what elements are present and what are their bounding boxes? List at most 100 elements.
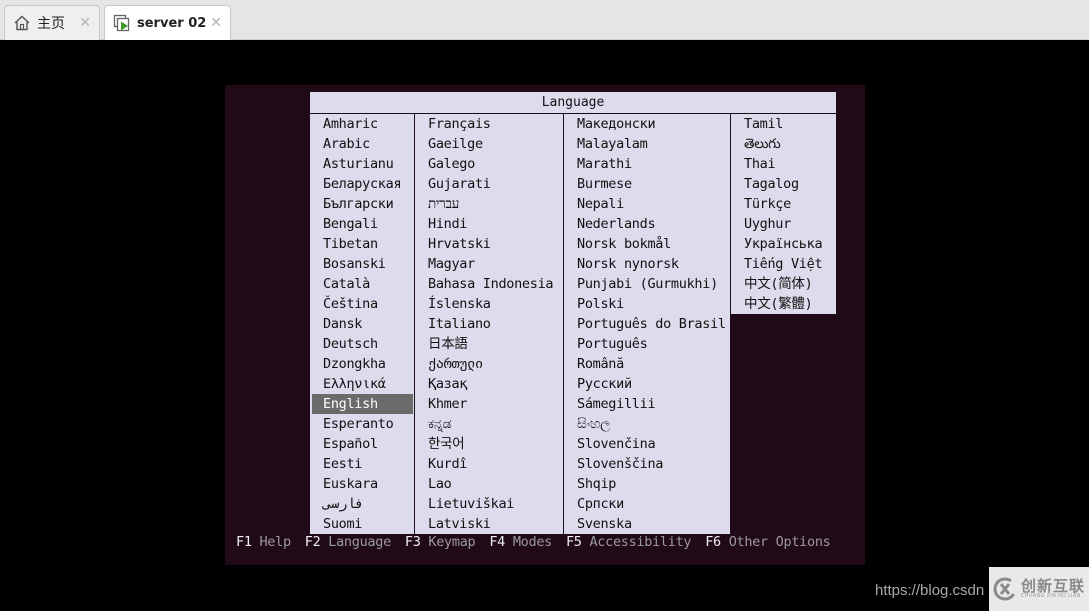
language-option[interactable]: Polski [564, 294, 730, 314]
function-key-f6[interactable]: F6 Other Options [705, 534, 831, 550]
language-option[interactable]: Português [564, 334, 730, 354]
language-option[interactable]: 中文(简体) [731, 274, 836, 294]
language-option[interactable]: Galego [415, 154, 563, 174]
close-tab-home-icon[interactable]: ✕ [79, 15, 91, 31]
language-option[interactable]: Nederlands [564, 214, 730, 234]
watermark-logo-box: 创新互联 CHUANG XIN HU LIAN [989, 567, 1089, 611]
function-key-f3[interactable]: F3 Keymap [404, 534, 476, 550]
language-option[interactable]: Português do Brasil [564, 314, 730, 334]
language-option[interactable]: Türkçe [731, 194, 836, 214]
language-option[interactable]: Hrvatski [415, 234, 563, 254]
tab-server-02[interactable]: server 02 ✕ [104, 5, 231, 40]
language-column-4: Tamil తెలుగు Thai Tagalog Türkçe Uyghur Україн… [731, 114, 836, 314]
function-key-action: Accessibility [589, 534, 692, 550]
language-option[interactable]: Lietuviškai [415, 494, 563, 514]
language-option[interactable]: Shqip [564, 474, 730, 494]
language-option[interactable]: Eesti [310, 454, 414, 474]
language-option[interactable]: Suomi [310, 514, 414, 534]
language-option[interactable]: Amharic [310, 114, 414, 134]
language-option[interactable]: Uyghur [731, 214, 836, 234]
brand-logo-icon [993, 577, 1017, 601]
watermark-brand-en: CHUANG XIN HU LIAN [1021, 593, 1081, 599]
language-option[interactable]: Bosanski [310, 254, 414, 274]
language-option[interactable]: Esperanto [310, 414, 414, 434]
language-option[interactable]: Қазақ [415, 374, 563, 394]
language-option[interactable]: తెలుగు [731, 134, 836, 154]
language-option[interactable]: Magyar [415, 254, 563, 274]
language-option[interactable]: Српски [564, 494, 730, 514]
language-option[interactable]: Thai [731, 154, 836, 174]
language-option[interactable]: Latviski [415, 514, 563, 534]
home-icon [13, 14, 31, 32]
language-option[interactable]: Íslenska [415, 294, 563, 314]
language-option[interactable]: ಕನ್ನಡ [415, 414, 563, 434]
language-option[interactable]: 한국어 [415, 434, 563, 454]
language-option[interactable]: Khmer [415, 394, 563, 414]
language-option[interactable]: فارسی [310, 494, 414, 514]
language-option[interactable]: Norsk bokmål [564, 234, 730, 254]
language-option[interactable]: Svenska [564, 514, 730, 534]
language-option[interactable]: Tiếng Việt [731, 254, 836, 274]
language-column-2: Français Gaeilge Galego Gujarati עברית Hindi H… [415, 114, 563, 534]
language-option[interactable]: Tamil [731, 114, 836, 134]
language-option[interactable]: Slovenčina [564, 434, 730, 454]
function-key-f4[interactable]: F4 Modes [489, 534, 552, 550]
language-option[interactable]: Gaeilge [415, 134, 563, 154]
function-key-action: Keymap [428, 534, 476, 550]
language-option[interactable]: Kurdî [415, 454, 563, 474]
language-option[interactable]: Burmese [564, 174, 730, 194]
function-key-action: Language [328, 534, 391, 550]
language-option-selected[interactable]: English [312, 394, 413, 414]
language-option[interactable]: Punjabi (Gurmukhi) [564, 274, 730, 294]
tab-home[interactable]: 主页 ✕ [4, 5, 100, 40]
language-option[interactable]: Gujarati [415, 174, 563, 194]
language-option[interactable]: Македонски [564, 114, 730, 134]
language-option[interactable]: Tagalog [731, 174, 836, 194]
language-option[interactable]: Dzongkha [310, 354, 414, 374]
language-option[interactable]: Euskara [310, 474, 414, 494]
panel-title: Language [310, 92, 836, 114]
language-option[interactable]: Italiano [415, 314, 563, 334]
tab-home-label: 主页 [37, 16, 65, 32]
language-column-3: Македонски Malayalam Marathi Burmese Nepali N… [564, 114, 730, 534]
language-option[interactable]: Română [564, 354, 730, 374]
language-option[interactable]: සිංහල [564, 414, 730, 434]
function-key-label: F3 [404, 534, 421, 550]
language-option[interactable]: Українська [731, 234, 836, 254]
language-option[interactable]: Asturianu [310, 154, 414, 174]
language-option[interactable]: Tibetan [310, 234, 414, 254]
function-key-label: F2 [304, 534, 321, 550]
function-key-f1[interactable]: F1 Help [236, 534, 291, 550]
language-option[interactable]: Marathi [564, 154, 730, 174]
tab-bar: 主页 ✕ server 02 ✕ [0, 0, 1089, 40]
function-key-f2[interactable]: F2 Language [305, 534, 391, 550]
close-tab-server-02-icon[interactable]: ✕ [210, 15, 222, 31]
language-option[interactable]: Nepali [564, 194, 730, 214]
language-option[interactable]: Bengali [310, 214, 414, 234]
language-option[interactable]: Español [310, 434, 414, 454]
language-option[interactable]: Български [310, 194, 414, 214]
language-option[interactable]: Hindi [415, 214, 563, 234]
language-option[interactable]: עברית [415, 194, 563, 214]
language-option[interactable]: Deutsch [310, 334, 414, 354]
language-option[interactable]: Bahasa Indonesia [415, 274, 563, 294]
language-option[interactable]: Norsk nynorsk [564, 254, 730, 274]
language-option[interactable]: Čeština [310, 294, 414, 314]
function-key-action: Modes [512, 534, 552, 550]
language-option[interactable]: 中文(繁體) [731, 294, 836, 314]
watermark-url: https://blog.csdn [875, 582, 985, 599]
language-option[interactable]: Malayalam [564, 134, 730, 154]
language-option[interactable]: Русский [564, 374, 730, 394]
language-option[interactable]: Arabic [310, 134, 414, 154]
language-option[interactable]: Català [310, 274, 414, 294]
language-option[interactable]: ქართული [415, 354, 563, 374]
language-option[interactable]: Ελληνικά [310, 374, 414, 394]
language-option[interactable]: Беларуская [310, 174, 414, 194]
language-option[interactable]: Slovenščina [564, 454, 730, 474]
language-option[interactable]: Français [415, 114, 563, 134]
language-option[interactable]: 日本語 [415, 334, 563, 354]
language-option[interactable]: Dansk [310, 314, 414, 334]
language-option[interactable]: Lao [415, 474, 563, 494]
function-key-f5[interactable]: F5 Accessibility [566, 534, 692, 550]
language-option[interactable]: Sámegillii [564, 394, 730, 414]
